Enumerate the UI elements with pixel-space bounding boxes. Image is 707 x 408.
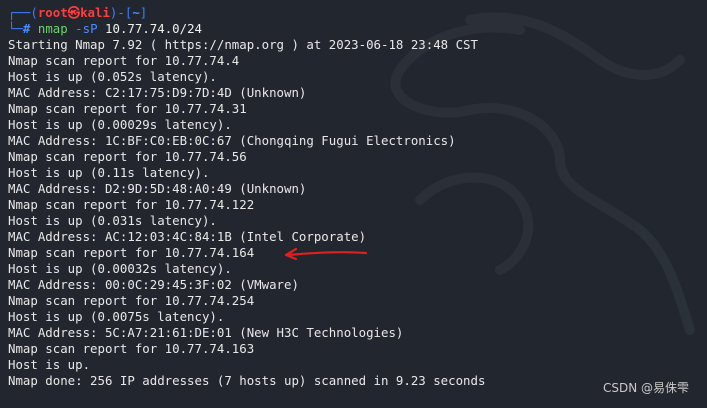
output-line: Host is up (0.00029s latency). [8, 117, 232, 132]
output-line: Nmap scan report for 10.77.74.56 [8, 149, 247, 164]
prompt-frame: └─ [8, 21, 23, 36]
command-name: nmap [37, 21, 68, 36]
next-prompt-fragment [8, 400, 208, 408]
terminal-window[interactable]: ┌──(root㉿kali)-[~] └─# nmap -sP 10.77.74… [0, 0, 707, 408]
output-line: Host is up (0.031s latency). [8, 213, 217, 228]
output-line: Host is up. [8, 357, 91, 372]
command-line: └─# nmap -sP 10.77.74.0/24 [8, 21, 707, 37]
prompt-frame: ] [139, 5, 148, 20]
terminal-output: ┌──(root㉿kali)-[~] └─# nmap -sP 10.77.74… [8, 5, 707, 389]
output-line: Host is up (0.0075s latency). [8, 309, 225, 324]
prompt-user-host: root㉿kali [37, 5, 110, 20]
prompt-cwd: ~ [132, 5, 140, 20]
red-arrow-annotation-icon [284, 247, 368, 261]
output-line: Host is up (0.11s latency). [8, 165, 210, 180]
command-flag: -sP [75, 21, 98, 36]
output-line: Nmap scan report for 10.77.74.4 [8, 53, 240, 68]
output-line: MAC Address: 5C:A7:21:61:DE:01 (New H3C … [8, 325, 404, 340]
command-target: 10.77.74.0/24 [105, 21, 203, 36]
prompt-hash: # [22, 21, 31, 36]
output-line: Host is up (0.00032s latency). [8, 261, 232, 276]
csdn-watermark: CSDN @易侏雫 [602, 381, 689, 395]
output-line: Nmap scan report for 10.77.74.31 [8, 101, 247, 116]
prompt-line: ┌──(root㉿kali)-[~] [8, 5, 707, 21]
output-line: Nmap scan report for 10.77.74.254 [8, 293, 255, 308]
output-line: Nmap scan report for 10.77.74.163 [8, 341, 255, 356]
prompt-frame: ┌──( [8, 5, 38, 20]
output-line: Host is up (0.052s latency). [8, 69, 217, 84]
output-line: Starting Nmap 7.92 ( https://nmap.org ) … [8, 37, 478, 52]
output-line: MAC Address: 00:0C:29:45:3F:02 (VMware) [8, 277, 299, 292]
output-line: MAC Address: D2:9D:5D:48:A0:49 (Unknown) [8, 181, 307, 196]
prompt-frame: )-[ [109, 5, 133, 20]
output-line: Nmap scan report for 10.77.74.122 [8, 197, 255, 212]
output-line: MAC Address: AC:12:03:4C:84:1B (Intel Co… [8, 229, 367, 244]
output-line: MAC Address: 1C:BF:C0:EB:0C:67 (Chongqin… [8, 133, 456, 148]
output-line: MAC Address: C2:17:75:D9:7D:4D (Unknown) [8, 85, 307, 100]
